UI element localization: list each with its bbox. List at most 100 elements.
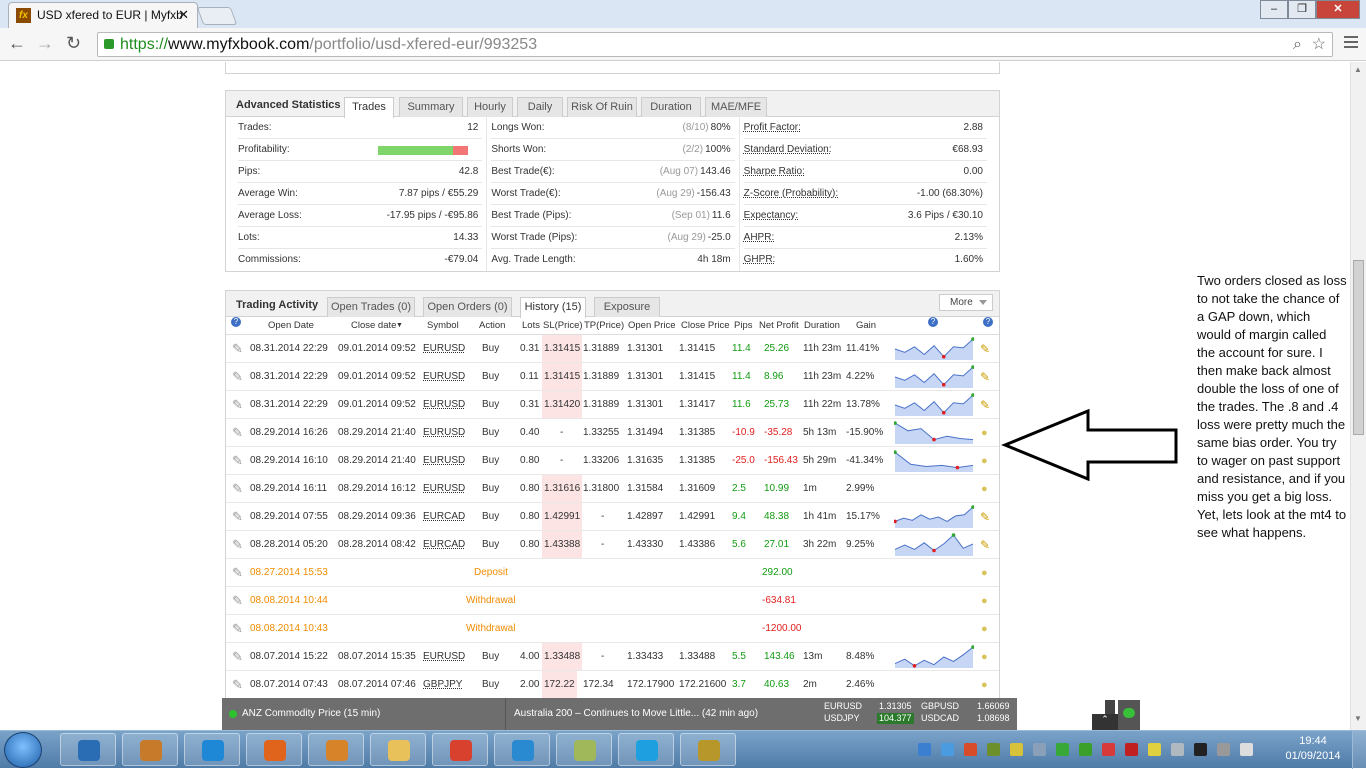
tray-icon[interactable] <box>1194 743 1207 756</box>
tray-icon[interactable] <box>964 743 977 756</box>
comment-icon[interactable]: ● <box>981 615 988 643</box>
pencil-icon[interactable]: ✎ <box>232 615 243 643</box>
comment-icon[interactable]: ● <box>981 671 988 699</box>
scrollbar-thumb[interactable] <box>1353 260 1364 435</box>
tab-duration[interactable]: Duration <box>641 97 701 117</box>
browser-tab[interactable]: fx USD xfered to EUR | Myfxb ✕ <box>8 2 198 28</box>
pencil-icon[interactable]: ✎ <box>232 531 243 559</box>
pencil-icon[interactable]: ✎ <box>232 391 243 419</box>
row-symbol[interactable]: EURUSD <box>423 475 465 503</box>
comment-icon[interactable]: ● <box>981 419 988 447</box>
folder-app-icon[interactable] <box>122 733 178 766</box>
zoom-search-icon[interactable]: ⌕ <box>1293 33 1302 56</box>
col-tp-price[interactable]: TP(Price) <box>584 317 624 335</box>
back-arrow-icon[interactable]: ← <box>8 32 26 54</box>
tray-icon[interactable] <box>1171 743 1184 756</box>
news-item[interactable]: Australia 200 – Continues to Move Little… <box>514 698 758 730</box>
tray-icon[interactable] <box>1056 743 1069 756</box>
col-duration[interactable]: Duration <box>804 317 840 335</box>
row-symbol[interactable]: EURUSD <box>423 419 465 447</box>
tray-icon[interactable] <box>987 743 1000 756</box>
tab-mae-mfe[interactable]: MAE/MFE <box>705 97 767 117</box>
comment-icon[interactable]: ● <box>981 587 988 615</box>
bookmark-star-icon[interactable]: ☆ <box>1312 33 1326 56</box>
sort-desc-icon[interactable]: ▼ <box>396 317 403 335</box>
tab-trades[interactable]: Trades <box>344 97 394 118</box>
comment-icon[interactable]: ● <box>981 643 988 671</box>
pencil-icon[interactable]: ✎ <box>232 503 243 531</box>
col-gain[interactable]: Gain <box>856 317 876 335</box>
show-desktop-button[interactable] <box>1352 731 1366 769</box>
scroll-up-arrow-icon[interactable]: ▲ <box>1354 65 1362 74</box>
stat-label[interactable]: GHPR: <box>744 249 776 271</box>
lion-app-icon[interactable] <box>680 733 736 766</box>
pencil-icon[interactable]: ✎ <box>232 475 243 503</box>
reload-icon[interactable]: ↻ <box>66 32 81 54</box>
row-symbol[interactable]: GBPJPY <box>423 671 462 699</box>
col-close-date[interactable]: Close date <box>351 317 396 335</box>
pencil-icon[interactable]: ✎ <box>232 643 243 671</box>
chat-icon[interactable] <box>1118 700 1140 730</box>
stat-label[interactable]: Standard Deviation: <box>744 139 832 161</box>
tab-risk-of-ruin[interactable]: Risk Of Ruin <box>567 97 637 117</box>
col-open-date[interactable]: Open Date <box>268 317 314 335</box>
sticky-icon[interactable] <box>556 733 612 766</box>
clock[interactable]: 19:44 01/09/2014 <box>1278 734 1348 764</box>
more-dropdown[interactable]: More <box>939 294 993 311</box>
tray-icon[interactable] <box>918 743 931 756</box>
window-close-button[interactable]: ✕ <box>1316 0 1360 19</box>
ie-icon[interactable] <box>184 733 240 766</box>
row-symbol[interactable]: EURCAD <box>423 503 465 531</box>
chrome-menu-icon[interactable] <box>1344 36 1358 51</box>
tab-hourly[interactable]: Hourly <box>467 97 513 117</box>
row-symbol[interactable]: EURUSD <box>423 335 465 363</box>
tray-icon[interactable] <box>1217 743 1230 756</box>
tray-icon[interactable] <box>1148 743 1161 756</box>
edit-icon[interactable]: ✎ <box>980 503 990 531</box>
hp-icon[interactable] <box>60 733 116 766</box>
explorer-icon[interactable] <box>370 733 426 766</box>
col-net-profit[interactable]: Net Profit <box>759 317 799 335</box>
pencil-icon[interactable]: ✎ <box>232 363 243 391</box>
edit-icon[interactable]: ✎ <box>980 391 990 419</box>
edit-icon[interactable]: ✎ <box>980 531 990 559</box>
col-open-price[interactable]: Open Price <box>628 317 676 335</box>
news-item[interactable]: ANZ Commodity Price (15 min) <box>222 698 506 730</box>
maximize-button[interactable]: ❐ <box>1288 0 1316 19</box>
col-pips[interactable]: Pips <box>734 317 752 335</box>
col-close-price[interactable]: Close Price <box>681 317 730 335</box>
row-symbol[interactable]: EURUSD <box>423 363 465 391</box>
row-symbol[interactable]: EURCAD <box>423 531 465 559</box>
network-icon[interactable] <box>494 733 550 766</box>
start-button[interactable] <box>4 732 42 768</box>
col-symbol[interactable]: Symbol <box>427 317 459 335</box>
page-scrollbar[interactable]: ▲ ▼ <box>1350 62 1366 730</box>
tab-history[interactable]: History (15) <box>520 297 586 318</box>
pencil-icon[interactable]: ✎ <box>232 419 243 447</box>
pencil-icon[interactable]: ✎ <box>232 335 243 363</box>
stat-label[interactable]: Sharpe Ratio: <box>744 161 805 183</box>
chevron-down-icon[interactable] <box>1105 700 1115 714</box>
media-player-icon[interactable] <box>308 733 364 766</box>
tray-icon[interactable] <box>1033 743 1046 756</box>
row-symbol[interactable]: EURUSD <box>423 391 465 419</box>
pencil-icon[interactable]: ✎ <box>232 559 243 587</box>
collapse-button[interactable]: ⌃ <box>1092 714 1118 730</box>
tab-summary[interactable]: Summary <box>399 97 463 117</box>
address-bar[interactable]: https://www.myfxbook.com/portfolio/usd-x… <box>97 32 1333 57</box>
stat-label[interactable]: Expectancy: <box>744 205 798 227</box>
forward-arrow-icon[interactable]: → <box>36 32 54 54</box>
col-sl-price[interactable]: SL(Price) <box>543 317 583 335</box>
pencil-icon[interactable]: ✎ <box>232 447 243 475</box>
new-tab-button[interactable] <box>196 7 238 25</box>
minimize-button[interactable]: – <box>1260 0 1288 19</box>
tray-icon[interactable] <box>941 743 954 756</box>
edit-icon[interactable]: ✎ <box>980 335 990 363</box>
tray-icon[interactable] <box>1102 743 1115 756</box>
tray-icon[interactable] <box>1125 743 1138 756</box>
tray-icon[interactable] <box>1010 743 1023 756</box>
tab-open-trades[interactable]: Open Trades (0) <box>327 297 415 317</box>
tab-daily[interactable]: Daily <box>517 97 563 117</box>
comment-icon[interactable]: ● <box>981 475 988 503</box>
comment-icon[interactable]: ● <box>981 447 988 475</box>
